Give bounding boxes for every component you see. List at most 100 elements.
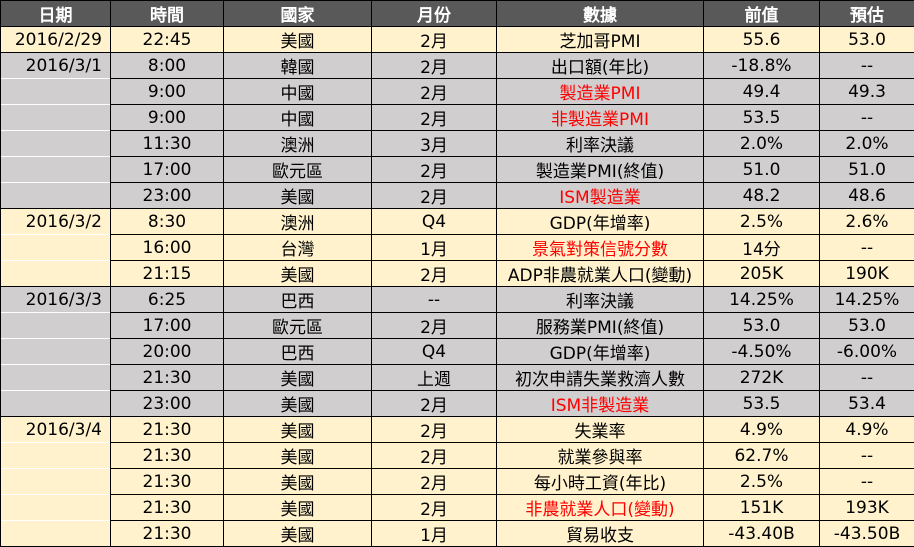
month-cell: 2月 xyxy=(372,157,497,183)
time-cell: 9:00 xyxy=(111,79,224,105)
indicator-cell: 服務業PMI(終值) xyxy=(497,313,704,339)
date-cell xyxy=(1,391,111,417)
table-row: 21:30美國上週初次申請失業救濟人數272K-- xyxy=(1,365,914,391)
table-row: 9:00中國2月非製造業PMI53.5-- xyxy=(1,105,914,131)
table-row: 2016/3/18:00韓國2月出口額(年比)-18.8%-- xyxy=(1,53,914,79)
country-cell: 歐元區 xyxy=(224,157,372,183)
forecast-value-cell: 49.3 xyxy=(820,79,914,105)
country-cell: 澳洲 xyxy=(224,209,372,235)
date-cell xyxy=(1,521,111,547)
time-cell: 17:00 xyxy=(111,157,224,183)
time-cell: 21:30 xyxy=(111,469,224,495)
month-cell: 2月 xyxy=(372,469,497,495)
indicator-cell: ISM非製造業 xyxy=(497,391,704,417)
month-cell: 2月 xyxy=(372,183,497,209)
date-cell: 2016/2/29 xyxy=(1,27,111,53)
date-cell xyxy=(1,261,111,287)
indicator-cell: 芝加哥PMI xyxy=(497,27,704,53)
country-cell: 巴西 xyxy=(224,287,372,313)
country-cell: 中國 xyxy=(224,79,372,105)
indicator-cell: 就業參與率 xyxy=(497,443,704,469)
header-row: 日期 時間 國家 月份 數據 前值 預估 xyxy=(1,1,914,27)
indicator-cell: 貿易收支 xyxy=(497,521,704,547)
table-row: 11:30澳洲3月利率決議2.0%2.0% xyxy=(1,131,914,157)
time-cell: 9:00 xyxy=(111,105,224,131)
month-cell: 上週 xyxy=(372,365,497,391)
month-cell: Q4 xyxy=(372,209,497,235)
month-cell: 2月 xyxy=(372,313,497,339)
forecast-value-cell: -- xyxy=(820,443,914,469)
table-row: 23:00美國2月ISM製造業48.248.6 xyxy=(1,183,914,209)
country-cell: 美國 xyxy=(224,27,372,53)
indicator-cell: 出口額(年比) xyxy=(497,53,704,79)
date-cell xyxy=(1,443,111,469)
country-cell: 歐元區 xyxy=(224,313,372,339)
table-row: 16:00台灣1月景氣對策信號分數14分-- xyxy=(1,235,914,261)
month-cell: 2月 xyxy=(372,443,497,469)
month-cell: 2月 xyxy=(372,79,497,105)
table-row: 2016/3/28:30澳洲Q4GDP(年增率)2.5%2.6% xyxy=(1,209,914,235)
forecast-value-cell: 193K xyxy=(820,495,914,521)
header-forecast: 預估 xyxy=(820,1,914,27)
previous-value-cell: -43.40B xyxy=(704,521,820,547)
previous-value-cell: 2.5% xyxy=(704,209,820,235)
forecast-value-cell: 48.6 xyxy=(820,183,914,209)
time-cell: 21:30 xyxy=(111,443,224,469)
date-cell xyxy=(1,495,111,521)
country-cell: 中國 xyxy=(224,105,372,131)
table-row: 2016/3/36:25巴西--利率決議14.25%14.25% xyxy=(1,287,914,313)
previous-value-cell: 53.0 xyxy=(704,313,820,339)
month-cell: 2月 xyxy=(372,27,497,53)
country-cell: 澳洲 xyxy=(224,131,372,157)
header-previous: 前值 xyxy=(704,1,820,27)
date-cell: 2016/3/2 xyxy=(1,209,111,235)
time-cell: 21:30 xyxy=(111,365,224,391)
header-date: 日期 xyxy=(1,1,111,27)
forecast-value-cell: 51.0 xyxy=(820,157,914,183)
indicator-cell: 失業率 xyxy=(497,417,704,443)
month-cell: 2月 xyxy=(372,53,497,79)
time-cell: 22:45 xyxy=(111,27,224,53)
previous-value-cell: 14.25% xyxy=(704,287,820,313)
country-cell: 台灣 xyxy=(224,235,372,261)
indicator-cell: GDP(年增率) xyxy=(497,209,704,235)
country-cell: 美國 xyxy=(224,391,372,417)
time-cell: 8:00 xyxy=(111,53,224,79)
country-cell: 美國 xyxy=(224,443,372,469)
previous-value-cell: 2.5% xyxy=(704,469,820,495)
indicator-cell: GDP(年增率) xyxy=(497,339,704,365)
previous-value-cell: 48.2 xyxy=(704,183,820,209)
forecast-value-cell: 53.0 xyxy=(820,27,914,53)
date-cell xyxy=(1,235,111,261)
time-cell: 21:15 xyxy=(111,261,224,287)
country-cell: 巴西 xyxy=(224,339,372,365)
previous-value-cell: 4.9% xyxy=(704,417,820,443)
previous-value-cell: 55.6 xyxy=(704,27,820,53)
header-time: 時間 xyxy=(111,1,224,27)
previous-value-cell: -4.50% xyxy=(704,339,820,365)
forecast-value-cell: 14.25% xyxy=(820,287,914,313)
date-cell xyxy=(1,157,111,183)
indicator-cell: 初次申請失業救濟人數 xyxy=(497,365,704,391)
month-cell: 2月 xyxy=(372,105,497,131)
country-cell: 美國 xyxy=(224,365,372,391)
date-cell xyxy=(1,339,111,365)
forecast-value-cell: 2.0% xyxy=(820,131,914,157)
previous-value-cell: -18.8% xyxy=(704,53,820,79)
date-cell xyxy=(1,105,111,131)
forecast-value-cell: 4.9% xyxy=(820,417,914,443)
time-cell: 17:00 xyxy=(111,313,224,339)
forecast-value-cell: -- xyxy=(820,235,914,261)
table-row: 2016/2/2922:45美國2月芝加哥PMI55.653.0 xyxy=(1,27,914,53)
table-row: 21:30美國2月每小時工資(年比)2.5%-- xyxy=(1,469,914,495)
table-row: 2016/3/421:30美國2月失業率4.9%4.9% xyxy=(1,417,914,443)
table-row: 9:00中國2月製造業PMI49.449.3 xyxy=(1,79,914,105)
date-cell xyxy=(1,79,111,105)
month-cell: -- xyxy=(372,287,497,313)
time-cell: 23:00 xyxy=(111,391,224,417)
date-cell xyxy=(1,469,111,495)
forecast-value-cell: 2.6% xyxy=(820,209,914,235)
date-cell xyxy=(1,365,111,391)
previous-value-cell: 49.4 xyxy=(704,79,820,105)
time-cell: 20:00 xyxy=(111,339,224,365)
